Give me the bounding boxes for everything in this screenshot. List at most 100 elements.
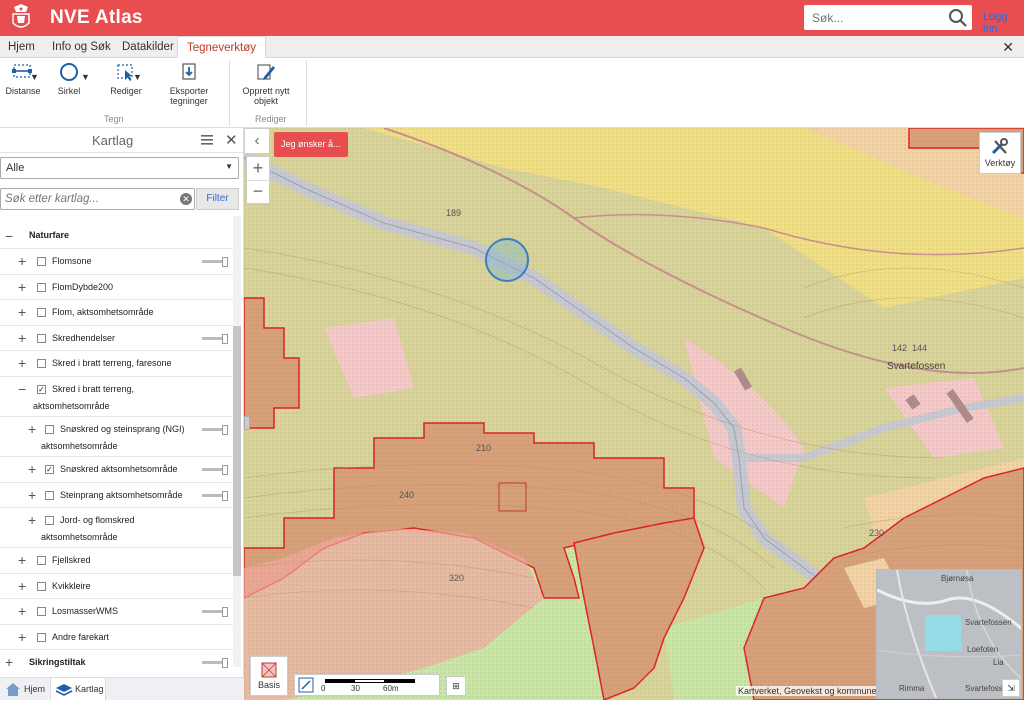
global-search-input[interactable] xyxy=(804,5,934,30)
tree-item-flomsone[interactable]: + Flomsone xyxy=(0,249,233,275)
layer-checkbox[interactable] xyxy=(37,334,46,343)
layer-checkbox[interactable] xyxy=(37,556,46,565)
tree-group-naturfare[interactable]: − Naturfare xyxy=(0,224,233,249)
tree-item-fjellskred[interactable]: + Fjellskred xyxy=(0,548,233,574)
home-icon[interactable] xyxy=(5,682,21,697)
create-label-1: Opprett nytt xyxy=(242,86,290,96)
coordinate-icon[interactable]: ⊞ xyxy=(446,676,466,696)
tree-label: Sikringstiltak xyxy=(29,657,86,667)
layer-checkbox[interactable] xyxy=(37,283,46,292)
expand-icon[interactable]: + xyxy=(18,326,26,350)
measure-icon[interactable] xyxy=(298,677,314,693)
opacity-slider[interactable] xyxy=(202,658,228,668)
layer-checkbox[interactable] xyxy=(37,582,46,591)
layer-checkbox[interactable] xyxy=(37,607,46,616)
collapse-icon[interactable]: − xyxy=(5,224,13,248)
tree-item-snoskred[interactable]: + ✓ Snøskred aktsomhetsområde xyxy=(0,457,233,483)
opacity-slider[interactable] xyxy=(202,607,228,617)
close-icon[interactable]: ✕ xyxy=(225,131,238,149)
tree-item-kvikkleire[interactable]: + Kvikkleire xyxy=(0,574,233,599)
overview-label: Loefoten xyxy=(967,645,999,654)
expand-icon[interactable]: + xyxy=(18,599,26,623)
expand-icon[interactable]: + xyxy=(28,417,36,441)
expand-icon[interactable]: + xyxy=(28,483,36,507)
layer-checkbox[interactable] xyxy=(45,425,54,434)
expand-icon[interactable]: + xyxy=(18,351,26,375)
overview-toggle-button[interactable]: ⇲ xyxy=(1002,679,1020,697)
layer-checkbox[interactable] xyxy=(37,257,46,266)
zoom-out-button[interactable]: − xyxy=(247,181,269,204)
layer-checkbox[interactable] xyxy=(37,359,46,368)
search-icon[interactable] xyxy=(948,8,968,28)
footer-kartlag-tab[interactable]: Kartlag xyxy=(50,678,106,701)
layer-checkbox[interactable] xyxy=(37,308,46,317)
tree-item-flom-aktsomhet[interactable]: + Flom, aktsomhetsområde xyxy=(0,300,233,326)
create-object-button[interactable]: Opprett nytt objekt xyxy=(240,62,292,106)
global-search[interactable] xyxy=(804,5,972,30)
expand-icon[interactable]: + xyxy=(5,650,13,674)
tree-item-skredhendelser[interactable]: + Skredhendelser xyxy=(0,326,233,351)
close-icon[interactable]: ✕ xyxy=(1002,39,1014,56)
tree-label: LosmasserWMS xyxy=(52,606,119,616)
tab-datakilder[interactable]: Datakilder xyxy=(122,36,174,58)
opacity-slider[interactable] xyxy=(202,465,228,475)
clear-icon[interactable]: ✕ xyxy=(180,193,192,205)
collapse-panel-button[interactable]: ‹ xyxy=(244,128,270,154)
opacity-slider[interactable] xyxy=(202,491,228,501)
expand-icon[interactable]: + xyxy=(18,249,26,273)
chevron-down-icon[interactable]: ▼ xyxy=(81,72,90,82)
layer-tree-scrollbar[interactable] xyxy=(233,216,241,667)
layer-checkbox[interactable] xyxy=(45,516,54,525)
overview-map[interactable]: Bjørnøsa Svartefossen Loefoten Lia Rimma… xyxy=(876,569,1022,699)
tab-info-og-sok[interactable]: Info og Søk xyxy=(52,36,111,58)
layer-checkbox[interactable] xyxy=(37,633,46,642)
tree-item-skred-aktsomhet[interactable]: − ✓ Skred i bratt terreng, aktsomhetsomr… xyxy=(0,377,233,417)
tree-item-jord-flomskred[interactable]: + Jord- og flomskred aktsomhetsområde xyxy=(0,508,233,548)
login-link[interactable]: Logg inn xyxy=(983,11,1024,35)
zoom-in-button[interactable]: + xyxy=(247,157,269,181)
tree-item-steinsprang[interactable]: + Steinprang aktsomhetsområde xyxy=(0,483,233,508)
opacity-slider[interactable] xyxy=(202,425,228,435)
tree-item-losmasserwms[interactable]: + LosmasserWMS xyxy=(0,599,233,625)
tools-button[interactable]: Verktøy xyxy=(979,132,1021,174)
overview-extent-box[interactable] xyxy=(925,615,961,651)
export-drawings-button[interactable]: Eksporter tegninger xyxy=(166,62,212,106)
scale-bar-graphic xyxy=(325,679,415,683)
tree-item-snoskred-ngi[interactable]: + Snøskred og steinsprang (NGI) aktsomhe… xyxy=(0,417,233,457)
opacity-slider[interactable] xyxy=(202,257,228,267)
tree-item-flomdybde200[interactable]: + FlomDybde200 xyxy=(0,275,233,300)
layer-panel-header: Kartlag ✕ xyxy=(0,128,243,153)
chevron-down-icon[interactable]: ▼ xyxy=(133,72,142,82)
panel-resize-handle[interactable] xyxy=(244,416,250,430)
expand-icon[interactable]: + xyxy=(28,457,36,481)
tree-item-skred-faresone[interactable]: + Skred i bratt terreng, faresone xyxy=(0,351,233,377)
layer-search[interactable]: ✕ xyxy=(0,188,195,210)
tab-tegneverktoy[interactable]: Tegneverktøy xyxy=(177,36,267,58)
menu-icon[interactable] xyxy=(200,133,214,147)
collapse-icon[interactable]: − xyxy=(18,377,26,401)
basemap-button[interactable]: Basis xyxy=(250,656,288,696)
circle-label: Sirkel xyxy=(57,86,81,96)
expand-icon[interactable]: + xyxy=(18,625,26,649)
layer-checkbox-checked[interactable]: ✓ xyxy=(37,385,46,394)
map-canvas[interactable]: 189 142 144 Svartefossen 210 240 320 230… xyxy=(244,128,1024,700)
tree-group-sikringstiltak[interactable]: + Sikringstiltak xyxy=(0,650,233,676)
expand-icon[interactable]: + xyxy=(18,275,26,299)
filter-button[interactable]: Filter xyxy=(196,188,239,210)
chevron-down-icon[interactable]: ▼ xyxy=(30,72,39,82)
expand-icon[interactable]: + xyxy=(28,508,36,532)
layer-search-input[interactable] xyxy=(1,189,171,209)
jeg-onsker-button[interactable]: Jeg ønsker å... xyxy=(274,132,348,157)
building-label: 144 xyxy=(912,343,928,353)
layer-checkbox[interactable] xyxy=(45,491,54,500)
tree-item-andre-farekart[interactable]: + Andre farekart xyxy=(0,625,233,650)
expand-icon[interactable]: + xyxy=(18,548,26,572)
tree-label: Skred i bratt terreng, xyxy=(52,384,135,394)
opacity-slider[interactable] xyxy=(202,334,228,344)
expand-icon[interactable]: + xyxy=(18,300,26,324)
expand-icon[interactable]: + xyxy=(18,574,26,598)
footer-home-link[interactable]: Hjem xyxy=(24,678,45,701)
layer-checkbox-checked[interactable]: ✓ xyxy=(45,465,54,474)
layer-filter-select[interactable]: Alle ▼ xyxy=(0,157,239,179)
tab-hjem[interactable]: Hjem xyxy=(8,36,35,58)
